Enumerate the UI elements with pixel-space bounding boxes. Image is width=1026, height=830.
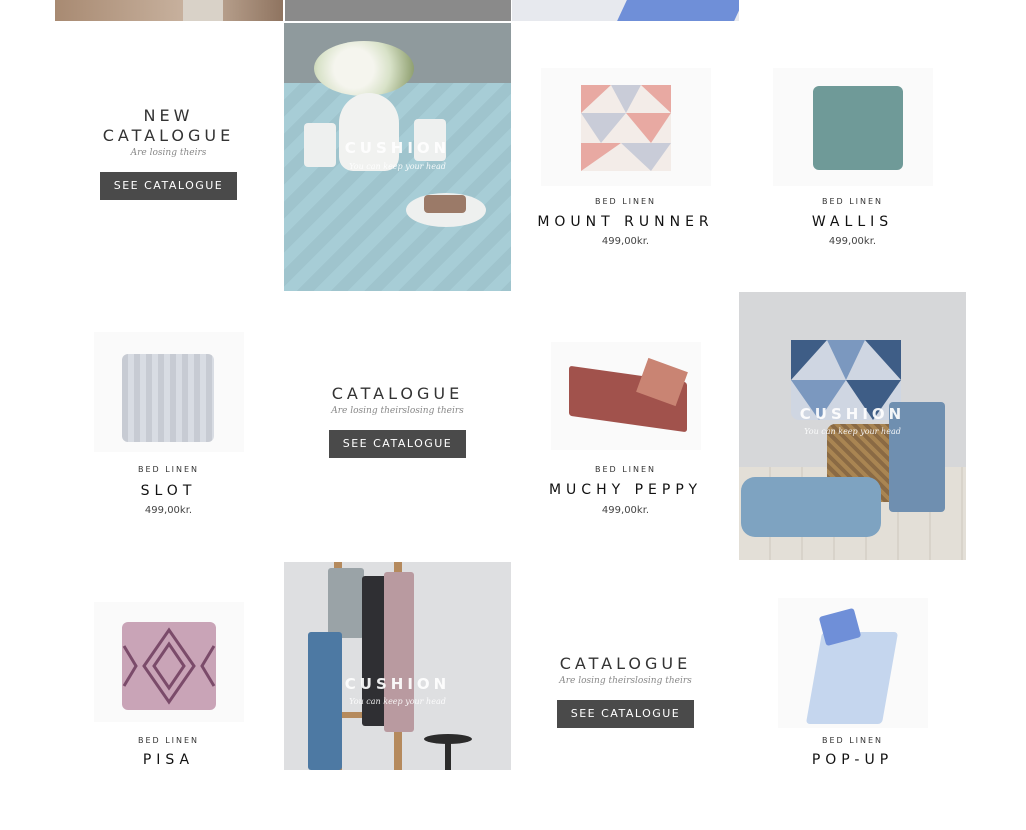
product-card[interactable]: BED LINEN SLOT 499,00kr. bbox=[55, 292, 282, 560]
product-card[interactable]: BED LINEN POP-UP bbox=[739, 562, 966, 830]
cushion-photo-table[interactable]: CUSHION You can keep your head bbox=[284, 23, 511, 291]
top-image-grey[interactable] bbox=[285, 0, 511, 21]
top-image-wood[interactable] bbox=[55, 0, 283, 21]
product-name[interactable]: POP-UP bbox=[739, 752, 966, 768]
promo-title: NEW CATALOGUE bbox=[102, 106, 235, 145]
photo-subtitle: You can keep your head bbox=[349, 162, 446, 171]
promo-subtitle: Are losing theirs bbox=[130, 148, 207, 158]
product-category: BED LINEN bbox=[821, 197, 884, 206]
product-image-triangle-cushion[interactable] bbox=[540, 68, 711, 186]
catalogue-promo: NEW CATALOGUE Are losing theirs SEE CATA… bbox=[55, 23, 282, 291]
product-category: BED LINEN bbox=[594, 465, 657, 474]
product-image-grey-cushion[interactable] bbox=[93, 332, 244, 452]
product-name[interactable]: SLOT bbox=[55, 483, 282, 499]
see-catalogue-button[interactable]: SEE CATALOGUE bbox=[99, 172, 238, 200]
product-price: 499,00kr. bbox=[144, 505, 193, 516]
cushion-photo-towels[interactable]: CUSHION You can keep your head bbox=[284, 562, 511, 770]
see-catalogue-button[interactable]: SEE CATALOGUE bbox=[556, 700, 695, 728]
catalogue-promo: CATALOGUE Are losing theirslosing theirs… bbox=[284, 292, 511, 560]
product-card[interactable]: BED LINEN WALLIS 499,00kr. bbox=[739, 23, 966, 291]
photo-subtitle: You can keep your head bbox=[804, 427, 901, 436]
top-image-blue[interactable] bbox=[512, 0, 739, 21]
promo-subtitle: Are losing theirslosing theirs bbox=[559, 676, 692, 686]
promo-title: CATALOGUE bbox=[559, 654, 692, 673]
product-image-blue-bedding[interactable] bbox=[777, 598, 928, 728]
product-category: BED LINEN bbox=[821, 736, 884, 745]
promo-subtitle: Are losing theirslosing theirs bbox=[331, 406, 464, 416]
product-name[interactable]: WALLIS bbox=[739, 214, 966, 230]
see-catalogue-button[interactable]: SEE CATALOGUE bbox=[328, 430, 467, 458]
product-name[interactable]: MOUNT RUNNER bbox=[512, 214, 739, 230]
product-price: 499,00kr. bbox=[828, 236, 877, 247]
photo-subtitle: You can keep your head bbox=[349, 697, 446, 706]
product-category: BED LINEN bbox=[137, 465, 200, 474]
product-category: BED LINEN bbox=[137, 736, 200, 745]
photo-title: CUSHION bbox=[344, 139, 451, 157]
photo-title: CUSHION bbox=[344, 675, 451, 693]
product-category: BED LINEN bbox=[594, 197, 657, 206]
product-image-red-throw[interactable] bbox=[550, 342, 701, 450]
photo-title: CUSHION bbox=[799, 405, 906, 423]
cushion-photo-basket[interactable]: CUSHION You can keep your head bbox=[739, 292, 966, 560]
product-name[interactable]: PISA bbox=[55, 752, 282, 768]
product-card[interactable]: BED LINEN MOUNT RUNNER 499,00kr. bbox=[512, 23, 739, 291]
product-card[interactable]: BED LINEN MUCHY PEPPY 499,00kr. bbox=[512, 292, 739, 560]
product-image-pattern-cushion[interactable] bbox=[93, 602, 244, 722]
product-price: 499,00kr. bbox=[601, 236, 650, 247]
product-image-teal-cushion[interactable] bbox=[772, 68, 933, 186]
catalogue-promo: CATALOGUE Are losing theirslosing theirs… bbox=[512, 562, 739, 830]
product-card[interactable]: BED LINEN PISA bbox=[55, 562, 282, 830]
product-name[interactable]: MUCHY PEPPY bbox=[512, 482, 739, 498]
promo-title: CATALOGUE bbox=[331, 384, 464, 403]
product-price: 499,00kr. bbox=[601, 505, 650, 516]
